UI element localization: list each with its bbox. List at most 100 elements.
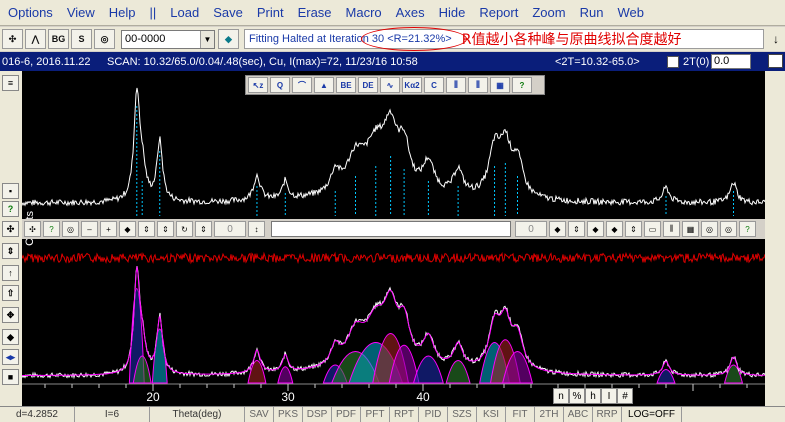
refresh-icon[interactable]: ↻ [176, 221, 193, 237]
axis-hash-button[interactable]: # [617, 388, 633, 404]
log-toggle[interactable]: LOG=OFF [622, 407, 682, 422]
shift-icon-3[interactable]: ◆ [587, 221, 604, 237]
field-b[interactable]: 0 [515, 221, 547, 237]
up-down-icon-4[interactable]: ⇕ [568, 221, 585, 237]
settings-icon[interactable]: ◎ [701, 221, 718, 237]
xrd-plot-area[interactable]: 203040 Counts [22, 71, 765, 408]
panel-menu-icon[interactable] [768, 54, 783, 68]
bars-gray-icon[interactable]: ⫼ [446, 77, 466, 93]
background-icon[interactable]: BG [48, 29, 69, 49]
menu-item-help[interactable]: Help [109, 5, 136, 20]
pan-vertical-icon[interactable]: ✥ [2, 307, 19, 323]
status-btn-pdf[interactable]: PDF [332, 407, 361, 422]
centroid-icon[interactable]: C [424, 77, 444, 93]
help-green-icon[interactable]: ? [512, 77, 532, 93]
arrow-down-icon[interactable]: ↓ [773, 32, 779, 46]
peak-shape-icon[interactable]: ⋀ [25, 29, 46, 49]
axis-percent-button[interactable]: % [569, 388, 585, 404]
menu-item-erase[interactable]: Erase [298, 5, 332, 20]
menu-item-save[interactable]: Save [213, 5, 243, 20]
zoom-expand-icon[interactable]: ⇕ [2, 243, 19, 259]
up-arrow-icon[interactable]: ↑ [2, 265, 19, 281]
shift-icon-4[interactable]: ◆ [606, 221, 623, 237]
axis-h-button[interactable]: h [585, 388, 601, 404]
left-toolbar: ≡ ▪ ? ✣ ⇕ ↑ ⇧ ✥ ◆ ◂▸ ■ [0, 71, 22, 408]
help-icon-2[interactable]: ? [43, 221, 60, 237]
stop-icon[interactable]: ■ [2, 369, 19, 385]
smooth-icon[interactable]: S [71, 29, 92, 49]
menu-item-web[interactable]: Web [617, 5, 644, 20]
cursor-arrows-icon[interactable]: ✣ [2, 29, 23, 49]
grid-icon[interactable]: ▦ [490, 77, 510, 93]
cursor-select-icon[interactable]: ↖z [248, 77, 268, 93]
cursor-icon[interactable]: ▪ [2, 183, 19, 199]
twotheta-checkbox[interactable] [667, 55, 679, 68]
menu-bar: Options View Help || Load Save Print Erase Macro… [0, 0, 785, 26]
menu-item-view[interactable]: View [67, 5, 95, 20]
status-btn-abc[interactable]: ABC [564, 407, 593, 422]
diamond-icon[interactable]: ◆ [218, 29, 239, 49]
be-icon[interactable]: BE [336, 77, 356, 93]
plus-icon[interactable]: + [100, 221, 117, 237]
menu-item-options[interactable]: Options [8, 5, 53, 20]
expand-icon[interactable]: ≡ [2, 75, 19, 91]
pdf-card-select[interactable]: 00-0000 ▼ [121, 29, 215, 49]
ka2-icon[interactable]: Kα2 [402, 77, 422, 93]
menu-item-zoom[interactable]: Zoom [532, 5, 565, 20]
bar-chart-icon[interactable]: ⫼ [663, 221, 680, 237]
menu-item-[interactable]: || [150, 5, 157, 20]
status-btn-2th[interactable]: 2TH [535, 407, 564, 422]
twotheta-input[interactable]: 0.0 [711, 54, 751, 69]
shift-icon[interactable]: ◆ [119, 221, 136, 237]
status-btn-pid[interactable]: PID [419, 407, 448, 422]
resize-icon[interactable]: ◆ [2, 329, 19, 345]
menu-item-load[interactable]: Load [170, 5, 199, 20]
help-icon-3[interactable]: ? [739, 221, 756, 237]
status-btn-fit[interactable]: FIT [506, 407, 535, 422]
disk-icon[interactable]: ◎ [94, 29, 115, 49]
raise-icon[interactable]: ⇧ [2, 285, 19, 301]
monitor-icon[interactable]: ▭ [644, 221, 661, 237]
pan-icon[interactable]: ✣ [2, 221, 19, 237]
up-down-icon-3[interactable]: ⇕ [195, 221, 212, 237]
left-right-icon[interactable]: ◂▸ [2, 349, 19, 365]
chevron-down-icon[interactable]: ▼ [200, 30, 214, 48]
status-btn-pks[interactable]: PKS [274, 407, 303, 422]
up-down-icon-5[interactable]: ⇕ [625, 221, 642, 237]
help-icon[interactable]: ? [2, 201, 19, 217]
menu-item-print[interactable]: Print [257, 5, 284, 20]
magnifier-icon[interactable]: Q [270, 77, 290, 93]
field-a[interactable]: 0 [214, 221, 246, 237]
theta-units[interactable]: Theta(deg) [150, 407, 245, 422]
wave-icon[interactable]: ∿ [380, 77, 400, 93]
up-down-icon-2[interactable]: ⇕ [157, 221, 174, 237]
grid-icon-2[interactable]: ▦ [682, 221, 699, 237]
status-btn-szs[interactable]: SZS [448, 407, 477, 422]
x-tick-label: 20 [146, 390, 160, 404]
peak-area-icon[interactable]: ▲ [314, 77, 334, 93]
status-btn-pft[interactable]: PFT [361, 407, 390, 422]
up-down-icon[interactable]: ⇕ [138, 221, 155, 237]
menu-item-macro[interactable]: Macro [346, 5, 382, 20]
menu-item-hide[interactable]: Hide [439, 5, 466, 20]
stop-circle-icon[interactable]: ◎ [62, 221, 79, 237]
status-btn-ksi[interactable]: KSI [477, 407, 506, 422]
shift-icon-2[interactable]: ◆ [549, 221, 566, 237]
menu-item-axes[interactable]: Axes [396, 5, 425, 20]
minus-icon[interactable]: – [81, 221, 98, 237]
status-btn-dsp[interactable]: DSP [303, 407, 332, 422]
fit-input-field[interactable] [271, 221, 511, 237]
axis-i-button[interactable]: I [601, 388, 617, 404]
peak-marker-icon[interactable]: ⌒ [292, 77, 312, 93]
status-btn-rrp[interactable]: RRP [593, 407, 622, 422]
menu-item-report[interactable]: Report [479, 5, 518, 20]
menu-item-run[interactable]: Run [580, 5, 604, 20]
pan-icon-2[interactable]: ✣ [24, 221, 41, 237]
spin-icon[interactable]: ↕ [248, 221, 265, 237]
status-btn-rpt[interactable]: RPT [390, 407, 419, 422]
status-btn-sav[interactable]: SAV [245, 407, 274, 422]
de-icon[interactable]: DE [358, 77, 378, 93]
stop-circle-icon-2[interactable]: ◎ [720, 221, 737, 237]
bars-gray2-icon[interactable]: ⫼ [468, 77, 488, 93]
axis-n-button[interactable]: n [553, 388, 569, 404]
